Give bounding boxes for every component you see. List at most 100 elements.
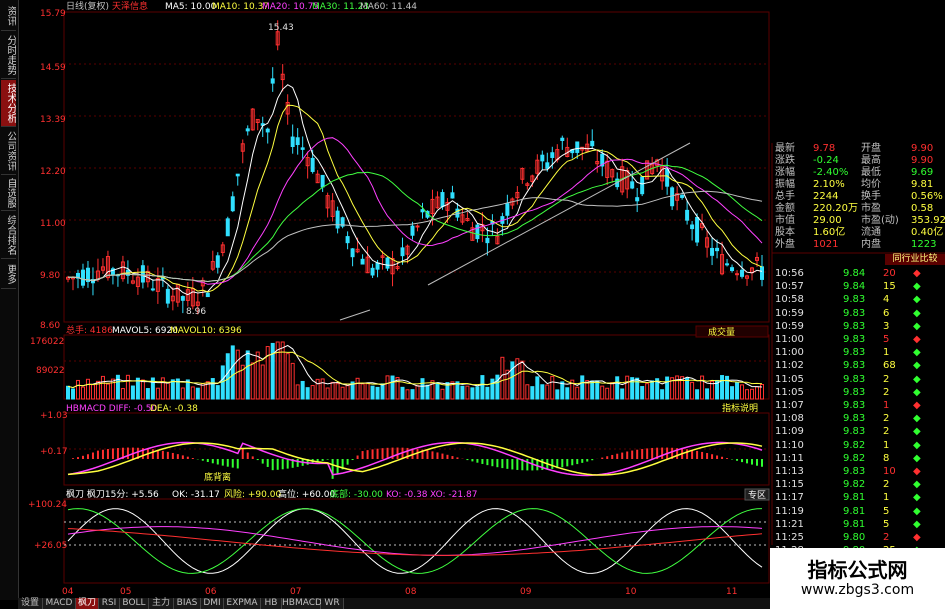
indicator-tab-expma[interactable]: EXPMA: [224, 598, 261, 609]
ma60-line: [67, 190, 763, 283]
candlestick[interactable]: [670, 187, 675, 207]
candlestick[interactable]: [710, 247, 715, 256]
candlestick[interactable]: [550, 152, 555, 158]
candlestick[interactable]: [690, 224, 695, 230]
compare-industry-button[interactable]: 同行业比较: [885, 254, 945, 265]
indicator-tab-macd[interactable]: MACD: [43, 598, 76, 609]
candlestick[interactable]: [150, 288, 155, 291]
candlestick[interactable]: [725, 263, 730, 266]
candlestick[interactable]: [505, 203, 510, 216]
tick-time: 11:21: [775, 518, 804, 530]
candlestick[interactable]: [450, 192, 455, 199]
volume-bar: [530, 386, 535, 400]
volume-bar: [75, 379, 80, 400]
indicator-help-button[interactable]: 指标说明: [722, 402, 758, 414]
candlestick[interactable]: [80, 269, 85, 286]
volume-bar: [565, 387, 570, 400]
candlestick[interactable]: [410, 225, 415, 236]
candlestick[interactable]: [760, 266, 764, 280]
candlestick[interactable]: [295, 137, 300, 146]
candlestick[interactable]: [180, 296, 185, 301]
candlestick[interactable]: [270, 78, 275, 84]
candlestick[interactable]: [735, 273, 740, 276]
candlestick[interactable]: [630, 181, 635, 189]
candlestick[interactable]: [140, 265, 145, 283]
candlestick[interactable]: [665, 168, 670, 187]
candlestick[interactable]: [635, 197, 640, 202]
trend-line-short[interactable]: [339, 309, 371, 321]
volume-bar: [365, 383, 370, 400]
main-ytick: 12.20: [40, 167, 66, 177]
candlestick[interactable]: [695, 216, 700, 243]
candlestick[interactable]: [420, 209, 425, 213]
candlestick[interactable]: [360, 258, 365, 265]
indicator-tab-bias[interactable]: BIAS: [174, 598, 201, 609]
tick-direction-icon: ◆: [913, 360, 921, 372]
candlestick[interactable]: [540, 154, 545, 162]
candlestick[interactable]: [400, 247, 405, 257]
candlestick[interactable]: [335, 210, 340, 229]
candlestick[interactable]: [230, 196, 235, 212]
candlestick[interactable]: [485, 237, 490, 244]
candlestick[interactable]: [680, 195, 685, 198]
candlestick[interactable]: [560, 137, 565, 141]
indicator-tab-wr[interactable]: WR: [321, 598, 344, 609]
volume-bar: [540, 384, 545, 400]
indicator-tab-设置[interactable]: 设置: [18, 598, 43, 609]
candlestick[interactable]: [225, 218, 230, 237]
volume-bar: [645, 383, 650, 400]
kd-name-label: 枫刀 枫刀15分: +5.56: [66, 488, 159, 500]
candlestick[interactable]: [545, 162, 550, 169]
x-tick: 10: [625, 587, 637, 597]
tick-row: 11:05 9.83 2 ◆: [773, 386, 945, 399]
candlestick[interactable]: [640, 176, 645, 195]
volume-bar: [390, 375, 395, 400]
x-tick: 06: [205, 587, 217, 597]
indicator-tab-rsi[interactable]: RSI: [99, 598, 120, 609]
indicator-tab-hbmacd[interactable]: HBMACD: [282, 598, 322, 609]
candlestick[interactable]: [415, 225, 420, 228]
candlestick[interactable]: [265, 128, 270, 133]
tick-row: 11:08 9.83 2 ◆: [773, 412, 945, 425]
volume-bar: [195, 387, 200, 400]
indicator-tab-主力[interactable]: 主力: [149, 598, 174, 609]
candlestick[interactable]: [440, 192, 445, 208]
low-price-label: 8.96: [186, 307, 206, 317]
candlestick[interactable]: [310, 157, 315, 172]
tick-volume: 2: [883, 413, 890, 425]
candlestick[interactable]: [215, 255, 220, 268]
candlestick[interactable]: [475, 224, 480, 240]
indicator-tab-dmi[interactable]: DMI: [201, 598, 224, 609]
candlestick[interactable]: [205, 292, 210, 298]
candlestick[interactable]: [350, 248, 355, 258]
candlestick[interactable]: [385, 257, 390, 269]
candlestick[interactable]: [290, 136, 295, 148]
candlestick[interactable]: [375, 262, 380, 270]
candlestick[interactable]: [740, 269, 745, 277]
candlestick[interactable]: [685, 209, 690, 221]
candlestick[interactable]: [345, 236, 350, 244]
candlestick[interactable]: [715, 247, 720, 252]
candlestick[interactable]: [235, 173, 240, 177]
main-ytick: 9.80: [40, 271, 60, 281]
candlestick[interactable]: [300, 147, 305, 150]
indicator-tab-hb[interactable]: HB: [261, 598, 282, 609]
candlestick[interactable]: [165, 288, 170, 304]
quote-label: 开盘: [861, 143, 881, 154]
indicator-tab-boll[interactable]: BOLL: [120, 598, 149, 609]
volume-bar: [600, 385, 605, 400]
volume-bar: [125, 374, 130, 400]
tick-volume: 1: [883, 492, 890, 504]
volume-bar: [285, 353, 290, 400]
candlestick[interactable]: [730, 267, 735, 272]
volume-indicator-label: 成交量: [708, 326, 735, 338]
indicator-tab-枫刀[interactable]: 枫刀: [76, 598, 99, 609]
quote-value: 29.00: [813, 215, 842, 226]
candlestick[interactable]: [320, 174, 325, 188]
candlestick[interactable]: [245, 128, 250, 132]
candlestick[interactable]: [575, 141, 580, 153]
tick-time: 10:59: [775, 320, 804, 332]
candlestick[interactable]: [370, 267, 375, 276]
quote-label: 最高: [861, 155, 881, 166]
candlestick[interactable]: [590, 140, 595, 147]
